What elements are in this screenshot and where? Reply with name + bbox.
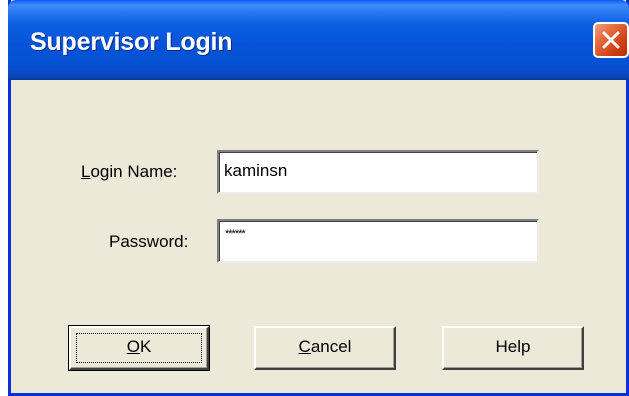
- password-label: Password:: [109, 232, 189, 251]
- focus-rectangle: [76, 333, 202, 363]
- password-input[interactable]: ******: [217, 219, 539, 263]
- close-icon: [602, 31, 620, 49]
- close-button[interactable]: [593, 22, 629, 58]
- help-button[interactable]: Help: [442, 326, 584, 370]
- help-button-label: Help: [495, 337, 531, 356]
- window-title: Supervisor Login: [30, 28, 233, 56]
- ok-button[interactable]: OK: [68, 325, 210, 371]
- cancel-button[interactable]: Cancel: [254, 326, 396, 370]
- password-value: ******: [225, 228, 246, 240]
- login-name-label: Login Name:: [81, 162, 178, 181]
- login-name-input[interactable]: kaminsn: [217, 150, 539, 194]
- supervisor-login-dialog: Supervisor Login Login Name: kaminsn Pas…: [8, 0, 629, 396]
- login-name-value: kaminsn: [224, 161, 288, 180]
- title-bar[interactable]: Supervisor Login: [8, 0, 629, 80]
